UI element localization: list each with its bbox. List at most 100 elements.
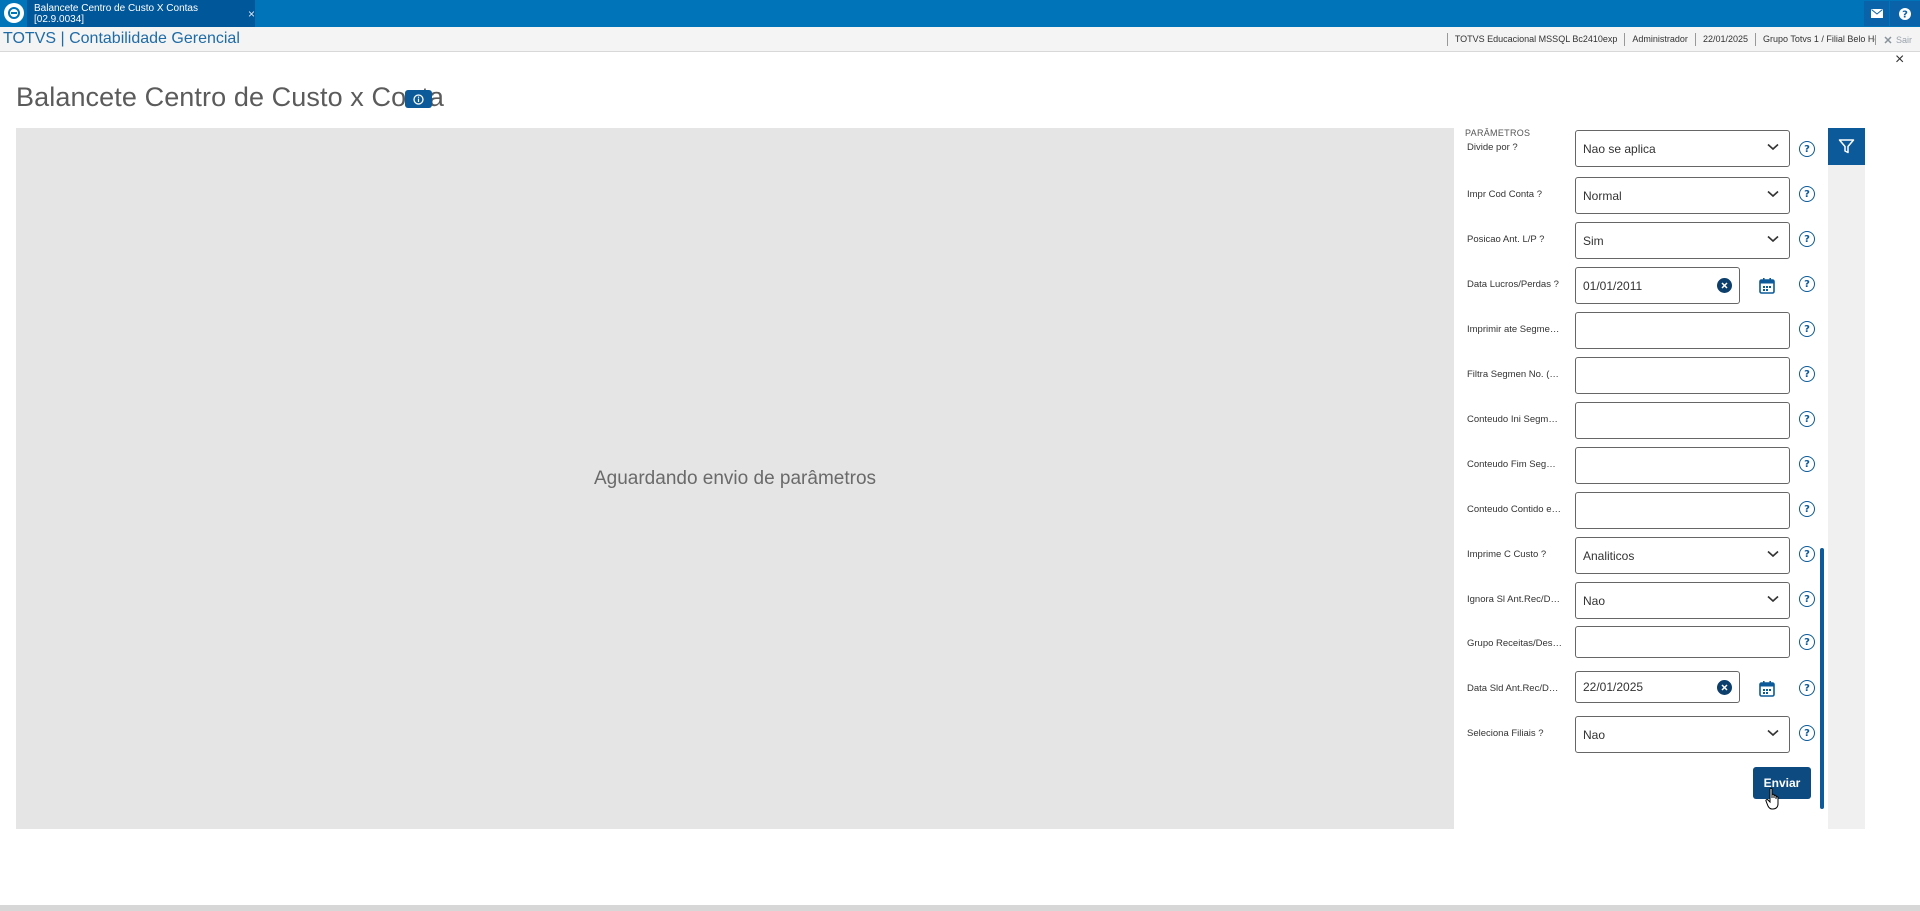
param-row: Imprime C Custo ? Analiticos ?: [1454, 537, 1815, 574]
pointer-cursor-icon: [1765, 787, 1779, 810]
param-label: Data Sld Ant.Rec/Des…: [1467, 683, 1563, 694]
help-circle-icon[interactable]: ?: [1799, 501, 1815, 517]
parameters-scrollbar[interactable]: [1820, 548, 1824, 809]
field-value: Nao: [1583, 727, 1606, 742]
param-date-sld-ant[interactable]: 22/01/2025: [1575, 671, 1740, 703]
field-value: Nao: [1583, 593, 1606, 608]
param-input-conteudo-contido[interactable]: [1575, 492, 1790, 529]
help-circle-icon[interactable]: ?: [1799, 276, 1815, 292]
tab-balancete[interactable]: Balancete Centro de Custo X Contas [02.9…: [27, 0, 255, 27]
param-row: Divide por ? Nao se aplica ?: [1454, 130, 1815, 167]
param-select-divide-por[interactable]: Nao se aplica: [1575, 130, 1790, 167]
help-circle-icon[interactable]: ?: [1799, 231, 1815, 247]
param-row: Data Lucros/Perdas ? 01/01/2011 ?: [1454, 267, 1815, 304]
param-label: Conteudo Contido em …: [1467, 504, 1563, 515]
param-row: Posicao Ant. L/P ? Sim ?: [1454, 222, 1815, 259]
field-value: Nao se aplica: [1583, 141, 1656, 156]
param-input-grupo-receitas[interactable]: [1575, 626, 1790, 658]
help-circle-icon[interactable]: ?: [1799, 366, 1815, 382]
filter-icon[interactable]: [1828, 128, 1865, 165]
date-info: 22/01/2025: [1694, 33, 1755, 46]
field-value: Sim: [1583, 233, 1604, 248]
clear-icon[interactable]: [1717, 278, 1732, 293]
help-circle-icon[interactable]: ?: [1799, 186, 1815, 202]
tab-close-icon[interactable]: ×: [248, 7, 255, 21]
chevron-down-icon: [1767, 595, 1779, 603]
close-page-button[interactable]: ×: [1895, 52, 1904, 68]
param-row: Data Sld Ant.Rec/Des… 22/01/2025 ?: [1454, 671, 1815, 708]
chevron-down-icon: [1767, 143, 1779, 151]
param-row: Grupo Receitas/Desp. ? ?: [1454, 626, 1815, 663]
mail-icon[interactable]: [1864, 1, 1889, 26]
calendar-icon[interactable]: [1758, 680, 1776, 698]
field-value: Normal: [1583, 188, 1622, 203]
page-title: Balancete Centro de Custo x Conta: [16, 82, 445, 112]
filter-side-panel: [1828, 128, 1865, 829]
app-title: TOTVS | Contabilidade Gerencial: [3, 30, 240, 47]
param-select-imprime-c-custo[interactable]: Analiticos: [1575, 537, 1790, 574]
svg-text:?: ?: [1902, 9, 1908, 20]
bottom-divider: [0, 905, 1920, 911]
waiting-message: Aguardando envio de parâmetros: [593, 467, 877, 489]
param-select-impr-cod-conta[interactable]: Normal: [1575, 177, 1790, 214]
logout-label: Sair: [1895, 34, 1912, 45]
param-label: Conteudo Fim Segme…: [1467, 459, 1563, 470]
param-label: Seleciona Filiais ?: [1467, 728, 1544, 739]
totvs-logo-icon[interactable]: [4, 3, 24, 23]
param-label: Data Lucros/Perdas ?: [1467, 279, 1559, 290]
param-row: Imprimir ate Segmen (… ?: [1454, 312, 1815, 349]
help-icon[interactable]: ?: [1890, 1, 1920, 26]
help-circle-icon[interactable]: ?: [1799, 546, 1815, 562]
field-value: 22/01/2025: [1583, 680, 1644, 694]
top-tab-bar: Balancete Centro de Custo X Contas [02.9…: [0, 0, 1920, 27]
param-label: Imprimir ate Segmen (…: [1467, 324, 1563, 335]
help-circle-icon[interactable]: ?: [1799, 680, 1815, 696]
param-label: Impr Cod Conta ?: [1467, 189, 1542, 200]
calendar-icon[interactable]: [1758, 277, 1776, 295]
param-row: Filtra Segmen No. (CC… ?: [1454, 357, 1815, 394]
environment-info: TOTVS Educacional MSSQL Bc2410exp: [1446, 33, 1625, 46]
param-label: Posicao Ant. L/P ?: [1467, 234, 1545, 245]
param-label: Filtra Segmen No. (CC…: [1467, 369, 1563, 380]
param-input-filtra-segmen[interactable]: [1575, 357, 1790, 394]
param-row: Seleciona Filiais ? Nao ?: [1454, 716, 1815, 753]
clear-icon[interactable]: [1717, 680, 1732, 695]
info-icon[interactable]: [405, 90, 432, 108]
param-date-lucros-perdas[interactable]: 01/01/2011: [1575, 267, 1740, 304]
field-value: Analiticos: [1583, 548, 1635, 563]
param-input-imprimir-ate-segmen[interactable]: [1575, 312, 1790, 349]
param-row: Ignora Sl Ant.Rec/Des ? Nao ?: [1454, 582, 1815, 619]
help-circle-icon[interactable]: ?: [1799, 141, 1815, 157]
logout-button[interactable]: Sair: [1874, 34, 1920, 45]
help-circle-icon[interactable]: ?: [1799, 591, 1815, 607]
parameters-panel[interactable]: PARÂMETROS Divide por ? Nao se aplica ? …: [1454, 128, 1828, 829]
param-input-conteudo-ini[interactable]: [1575, 402, 1790, 439]
help-circle-icon[interactable]: ?: [1799, 411, 1815, 427]
report-preview-area: Aguardando envio de parâmetros: [16, 128, 1454, 829]
param-label: Conteudo Ini Segmen …: [1467, 414, 1563, 425]
param-row: Conteudo Contido em … ?: [1454, 492, 1815, 529]
help-circle-icon[interactable]: ?: [1799, 634, 1815, 650]
param-row: Impr Cod Conta ? Normal ?: [1454, 177, 1815, 214]
help-circle-icon[interactable]: ?: [1799, 456, 1815, 472]
field-value: 01/01/2011: [1583, 278, 1643, 293]
app-header: TOTVS | Contabilidade Gerencial TOTVS Ed…: [0, 27, 1920, 52]
chevron-down-icon: [1767, 550, 1779, 558]
help-circle-icon[interactable]: ?: [1799, 321, 1815, 337]
param-row: Conteudo Ini Segmen … ?: [1454, 402, 1815, 439]
chevron-down-icon: [1767, 190, 1779, 198]
close-icon: [1884, 35, 1892, 44]
branch-info: Grupo Totvs 1 / Filial Belo Hor: [1754, 33, 1875, 46]
param-label: Ignora Sl Ant.Rec/Des ?: [1467, 594, 1563, 605]
param-label: Divide por ?: [1467, 142, 1518, 153]
user-info: Administrador: [1624, 33, 1695, 46]
param-select-posicao-ant[interactable]: Sim: [1575, 222, 1790, 259]
tab-title: Balancete Centro de Custo X Contas [02.9…: [34, 2, 198, 25]
param-input-conteudo-fim[interactable]: [1575, 447, 1790, 484]
param-row: Conteudo Fim Segme… ?: [1454, 447, 1815, 484]
help-circle-icon[interactable]: ?: [1799, 725, 1815, 741]
param-select-ignora-sl[interactable]: Nao: [1575, 582, 1790, 619]
chevron-down-icon: [1767, 729, 1779, 737]
param-select-seleciona-filiais[interactable]: Nao: [1575, 716, 1790, 753]
param-label: Grupo Receitas/Desp. ?: [1467, 638, 1563, 649]
